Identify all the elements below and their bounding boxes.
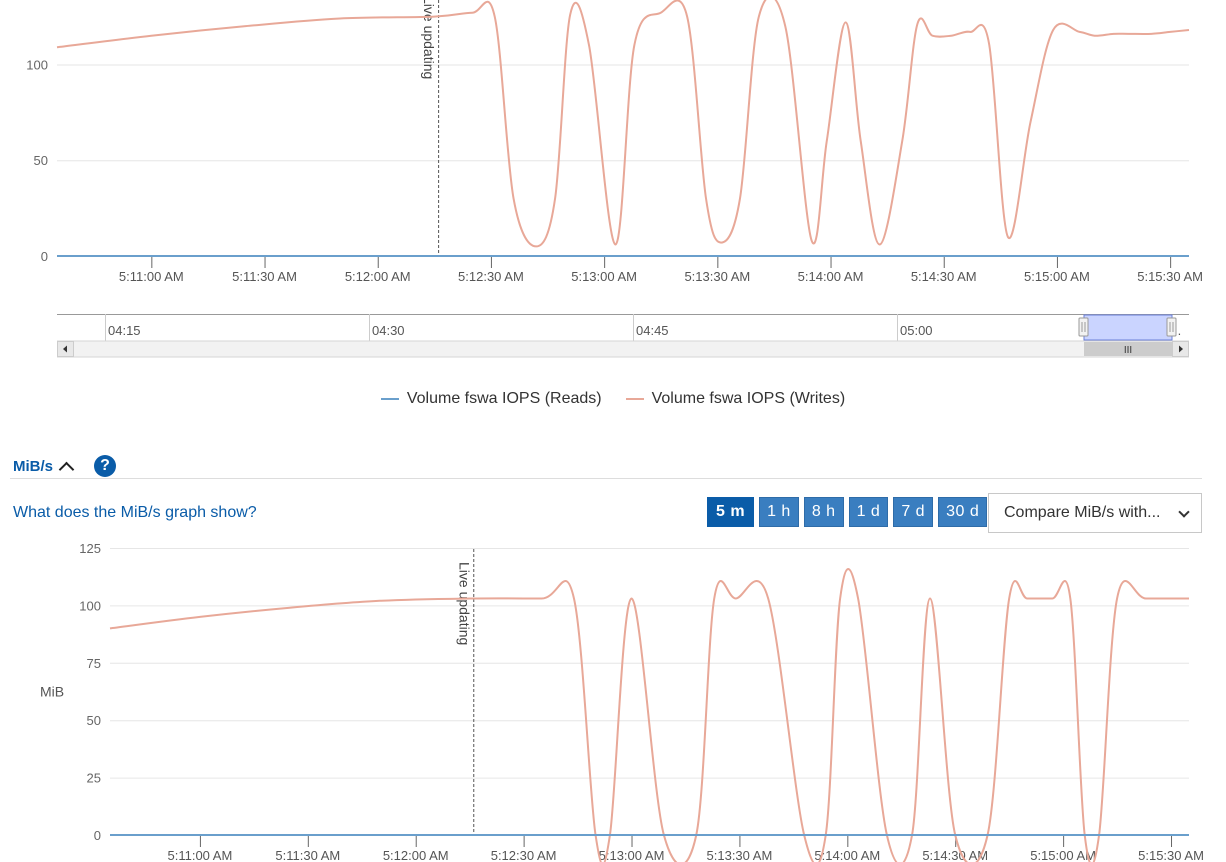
time-navigator[interactable]: 04:15 04:30 04:45 05:00 .. III xyxy=(57,314,1189,358)
chevron-down-icon xyxy=(1178,506,1190,518)
iops-y-tick-label: 100 xyxy=(26,57,48,72)
mib-x-tick-label: 5:12:30 AM xyxy=(491,848,557,862)
section-divider xyxy=(10,478,1202,479)
navigator-tick-label: 04:15 xyxy=(108,323,141,338)
navigator-tick-label: 05:00 xyxy=(900,323,933,338)
navigator-scrollbar-track[interactable] xyxy=(57,340,1189,358)
mib-section-title[interactable]: MiB/s xyxy=(13,458,53,475)
mib-x-tick-label: 5:11:30 AM xyxy=(275,848,340,862)
navigator-tick-label: 04:45 xyxy=(636,323,669,338)
legend-label-writes: Volume fswa IOPS (Writes) xyxy=(651,390,846,407)
legend-item-writes[interactable]: Volume fswa IOPS (Writes) xyxy=(625,390,846,408)
compare-select-value: Compare MiB/s with... xyxy=(1004,504,1161,521)
iops-x-tick-label: 5:14:00 AM xyxy=(798,269,864,284)
scroll-left-button[interactable] xyxy=(57,341,74,357)
mib-x-tick-label: 5:13:00 AM xyxy=(599,848,665,862)
iops-legend: Volume fswa IOPS (Reads) Volume fswa IOP… xyxy=(0,390,1226,408)
range-button-30d[interactable]: 30 d xyxy=(938,497,988,527)
iops-x-tick-label: 5:13:30 AM xyxy=(684,269,750,284)
range-button-1h[interactable]: 1 h xyxy=(759,497,799,527)
iops-x-tick-label: 5:12:00 AM xyxy=(345,269,411,284)
mib-y-tick-label: 75 xyxy=(87,656,101,671)
iops-x-tick-label: 5:13:00 AM xyxy=(571,269,637,284)
iops-x-tick-label: 5:11:00 AM xyxy=(119,269,184,284)
legend-swatch-reads xyxy=(380,398,399,400)
navigator-handle-right[interactable] xyxy=(1166,317,1177,337)
mib-y-axis-title: MiB xyxy=(40,684,64,700)
iops-x-tick-label: 5:11:30 AM xyxy=(232,269,297,284)
navigator-track xyxy=(57,314,1189,341)
iops-x-tick-label: 5:15:00 AM xyxy=(1024,269,1090,284)
mib-x-tick-label: 5:15:30 AM xyxy=(1138,848,1204,862)
mib-x-tick-label: 5:13:30 AM xyxy=(707,848,773,862)
navigator-tick-label: 04:30 xyxy=(372,323,405,338)
iops-x-tick-label: 5:12:30 AM xyxy=(458,269,524,284)
iops-y-tick-label: 0 xyxy=(41,249,48,264)
range-button-1d[interactable]: 1 d xyxy=(848,497,889,527)
mib-info-link[interactable]: What does the MiB/s graph show? xyxy=(13,504,257,522)
mib-series-writes-line xyxy=(109,567,1189,862)
scroll-right-button[interactable] xyxy=(1172,341,1189,357)
mib-section-header: MiB/s ? xyxy=(13,455,117,477)
mib-x-tick-label: 5:12:00 AM xyxy=(383,848,449,862)
legend-swatch-writes xyxy=(625,398,644,400)
legend-label-reads: Volume fswa IOPS (Reads) xyxy=(406,390,602,407)
iops-live-updating-label: Live updating xyxy=(421,0,437,79)
compare-select[interactable]: Compare MiB/s with... xyxy=(988,493,1202,533)
range-button-5m[interactable]: 5 m xyxy=(707,497,755,527)
mib-x-tick-label: 5:11:00 AM xyxy=(168,848,233,862)
mib-y-tick-label: 100 xyxy=(79,598,101,613)
iops-series-writes-line xyxy=(56,0,1190,248)
navigator-selection-mask[interactable] xyxy=(1083,314,1173,341)
mib-y-tick-label: 50 xyxy=(87,713,101,728)
mib-y-tick-label: 125 xyxy=(79,541,101,556)
range-button-8h[interactable]: 8 h xyxy=(803,497,844,527)
chevron-up-icon[interactable] xyxy=(58,461,75,477)
mib-live-updating-label: Live updating xyxy=(456,562,472,645)
iops-x-tick-label: 5:15:30 AM xyxy=(1137,269,1203,284)
navigator-handle-left[interactable] xyxy=(1078,317,1089,337)
legend-item-reads[interactable]: Volume fswa IOPS (Reads) xyxy=(380,390,602,408)
scroll-grip-icon: III xyxy=(1124,345,1132,356)
time-range-buttons: 5 m 1 h 8 h 1 d 7 d 30 d xyxy=(707,497,988,527)
iops-y-tick-label: 50 xyxy=(34,153,48,168)
mib-chart: 0 25 50 75 100 125 MiB 5:11:00 AM 5:11:30 AM 5:12… xyxy=(40,541,1204,862)
question-circle-icon[interactable]: ? xyxy=(94,455,117,477)
iops-x-tick-label: 5:14:30 AM xyxy=(911,269,977,284)
mib-y-tick-label: 0 xyxy=(94,828,101,843)
iops-chart: 0 50 100 5:11:00 AM 5:11:30 AM 5:12:00 AM 5:12… xyxy=(26,0,1203,284)
mib-x-tick-label: 5:14:00 AM xyxy=(814,848,880,862)
range-button-7d[interactable]: 7 d xyxy=(893,497,934,527)
mib-y-tick-label: 25 xyxy=(87,771,101,786)
